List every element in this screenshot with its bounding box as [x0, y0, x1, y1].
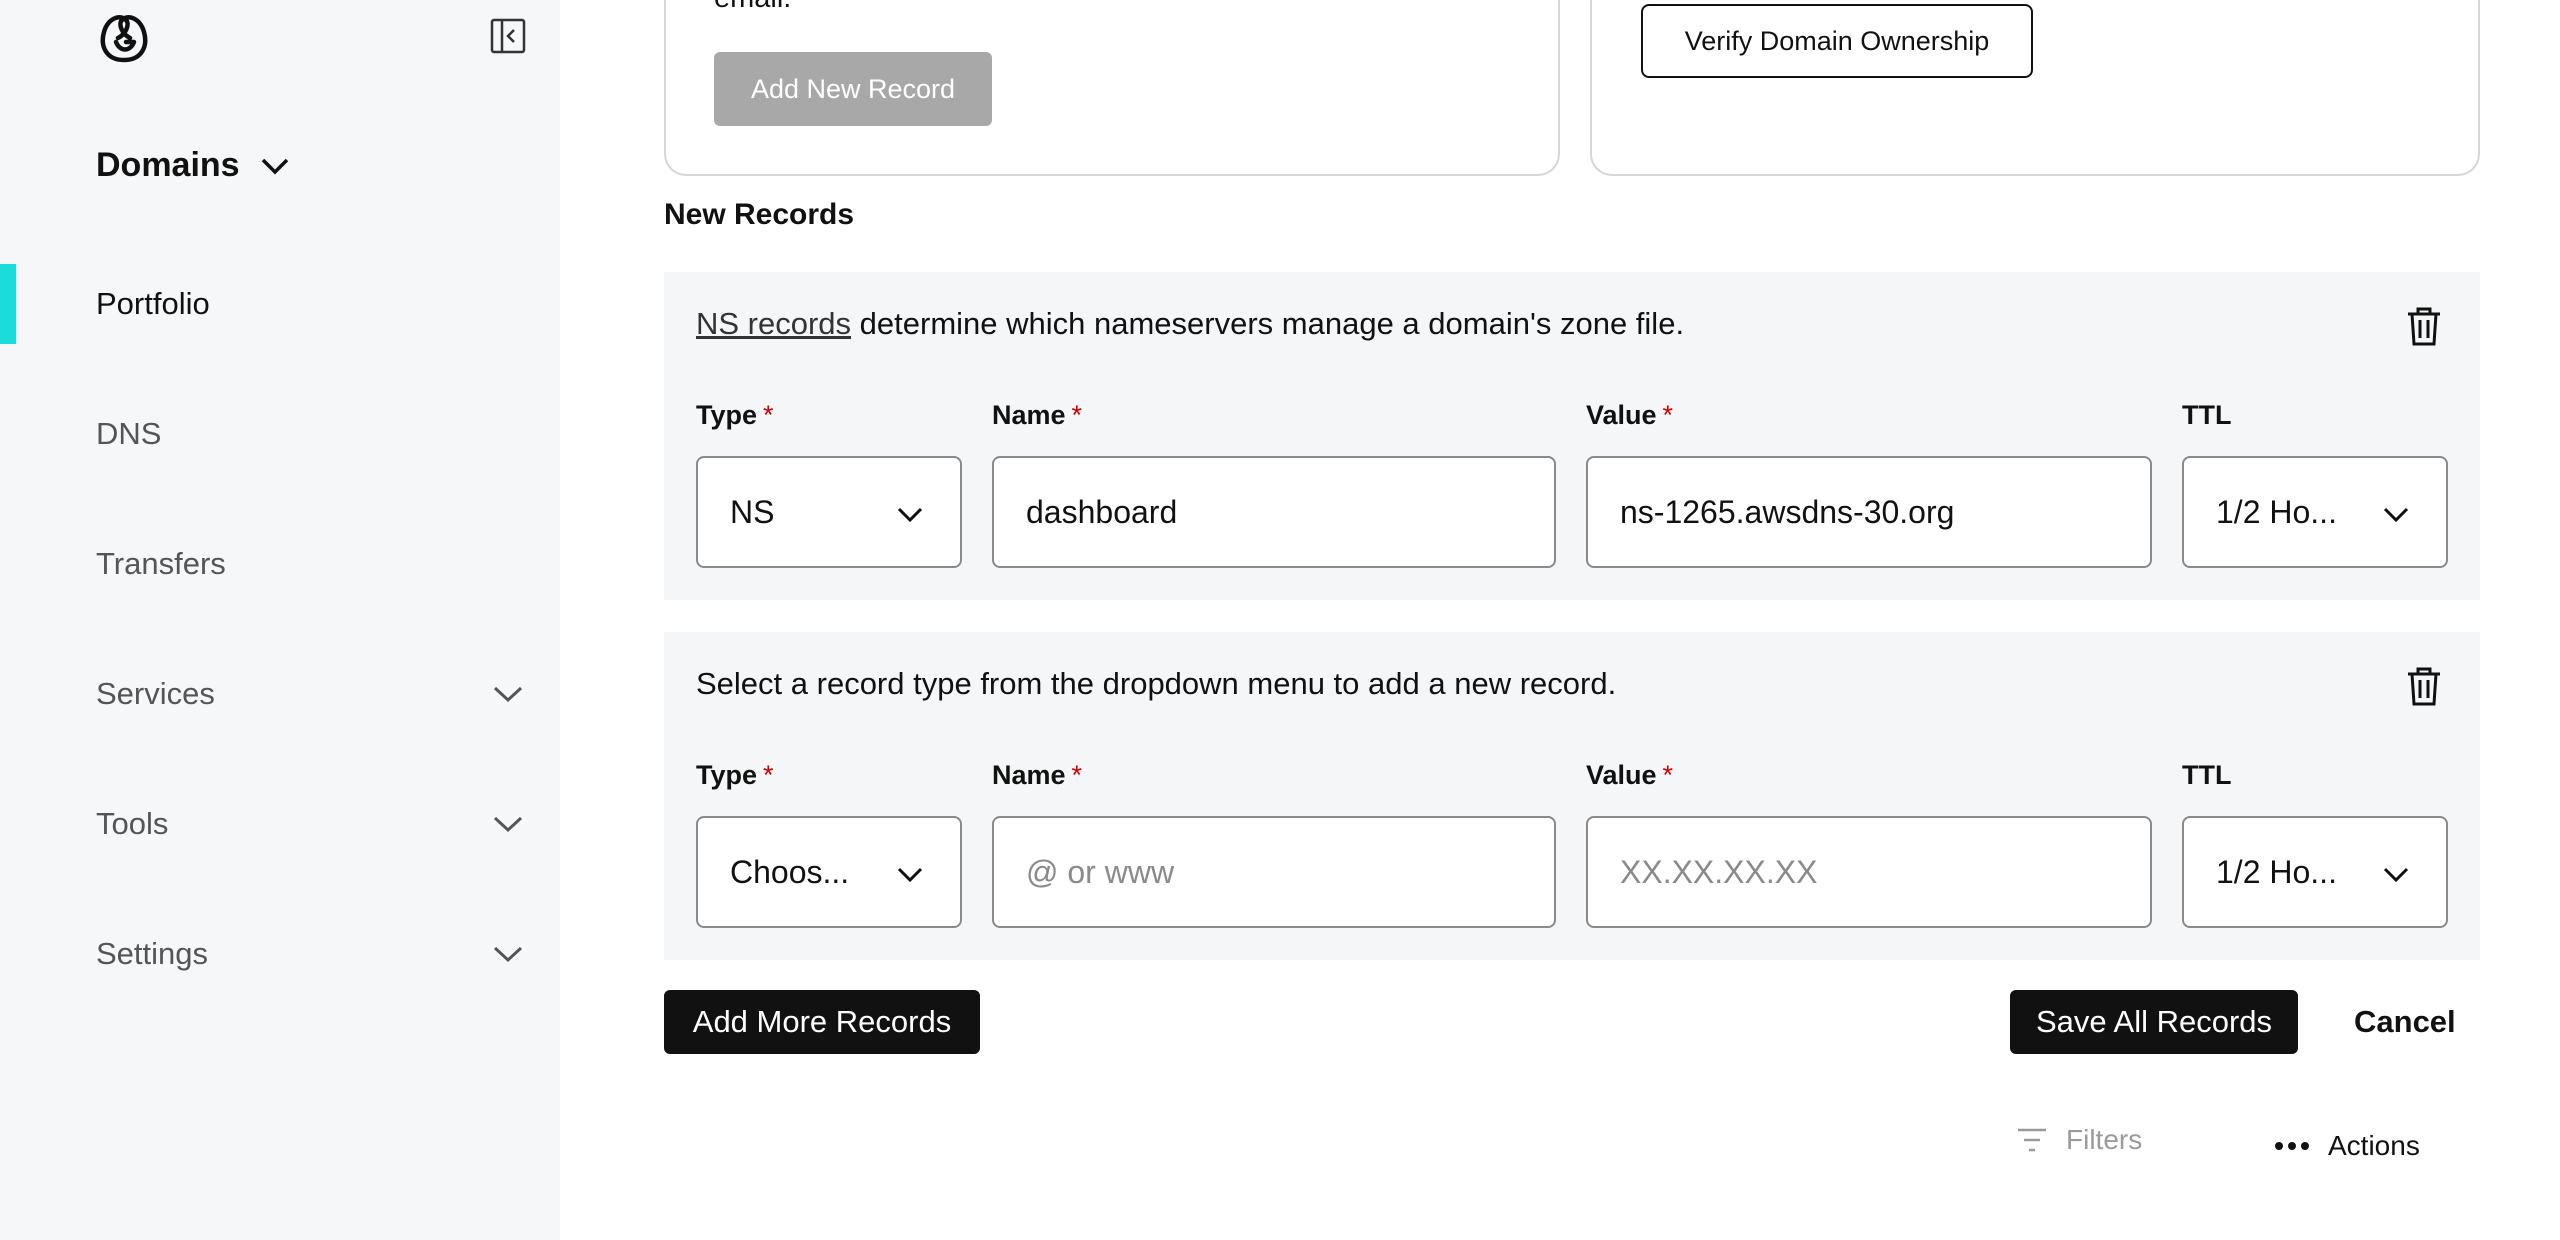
type-select-value: NS [730, 493, 775, 530]
ns-records-link[interactable]: NS records [696, 306, 851, 341]
collapse-sidebar-icon[interactable] [490, 18, 526, 54]
chevron-down-icon [897, 867, 923, 883]
filters-button[interactable]: Filters [2016, 1124, 2142, 1156]
type-select[interactable]: NS [696, 456, 962, 568]
sidebar-item-settings[interactable]: Settings [0, 914, 560, 994]
ttl-select-value: 1/2 Ho... [2216, 493, 2337, 530]
verify-domain-ownership-button[interactable]: Verify Domain Ownership [1641, 4, 2033, 78]
chevron-down-icon [261, 158, 288, 174]
sidebar: Domains Portfolio DNS Transfers Services… [0, 0, 560, 1240]
more-horizontal-icon [2275, 1142, 2309, 1150]
ttl-select-value: 1/2 Ho... [2216, 853, 2337, 890]
sidebar-item-label: DNS [96, 416, 162, 451]
sidebar-item-label: Tools [96, 806, 169, 841]
godaddy-logo-icon[interactable] [96, 12, 152, 64]
filter-icon [2018, 1128, 2046, 1152]
chevron-down-icon [493, 946, 523, 963]
sidebar-item-portfolio[interactable]: Portfolio [0, 264, 560, 344]
save-all-records-button[interactable]: Save All Records [2010, 990, 2298, 1054]
record-description-text: determine which nameservers manage a dom… [851, 306, 1685, 341]
chevron-down-icon [2383, 867, 2409, 883]
cancel-button[interactable]: Cancel [2354, 1004, 2456, 1040]
record-description: NS records determine which nameservers m… [696, 306, 1684, 342]
record-description: Select a record type from the dropdown m… [696, 666, 1617, 701]
chevron-down-icon [493, 686, 523, 703]
type-select-value: Choos... [730, 853, 850, 890]
active-indicator [0, 264, 16, 344]
actions-label: Actions [2328, 1130, 2420, 1161]
ttl-select[interactable]: 1/2 Ho... [2182, 816, 2448, 928]
domains-title: Domains [96, 146, 240, 184]
sidebar-item-label: Settings [96, 936, 209, 971]
name-input[interactable]: @ or www [992, 816, 1556, 928]
ttl-label: TTL [2182, 760, 2232, 790]
sidebar-item-tools[interactable]: Tools [0, 784, 560, 864]
value-label: Value * [1586, 760, 1674, 790]
sidebar-item-label: Transfers [96, 546, 226, 581]
sidebar-item-transfers[interactable]: Transfers [0, 524, 560, 604]
domains-menu[interactable]: Domains [96, 146, 290, 185]
trash-icon[interactable] [2402, 664, 2446, 708]
ttl-select[interactable]: 1/2 Ho... [2182, 456, 2448, 568]
actions-button[interactable]: Actions [2274, 1130, 2420, 1162]
ttl-label: TTL [2182, 400, 2232, 430]
type-label: Type * [696, 760, 774, 790]
chevron-down-icon [493, 816, 523, 833]
chevron-down-icon [2383, 507, 2409, 523]
card-text: email. [714, 0, 791, 15]
sidebar-item-label: Portfolio [96, 286, 210, 321]
type-label: Type * [696, 400, 774, 430]
record-panel: NS records determine which nameservers m… [664, 272, 2480, 600]
sidebar-item-dns[interactable]: DNS [0, 394, 560, 474]
chevron-down-icon [897, 507, 923, 523]
name-label: Name * [992, 760, 1083, 790]
value-label: Value * [1586, 400, 1674, 430]
new-records-title: New Records [664, 198, 855, 231]
add-new-record-button[interactable]: Add New Record [714, 52, 992, 126]
name-input[interactable]: dashboard [992, 456, 1556, 568]
name-label: Name * [992, 400, 1083, 430]
value-input[interactable]: ns-1265.awsdns-30.org [1586, 456, 2152, 568]
sidebar-item-label: Services [96, 676, 215, 711]
add-more-records-button[interactable]: Add More Records [664, 990, 980, 1054]
trash-icon[interactable] [2402, 304, 2446, 348]
type-select[interactable]: Choos... [696, 816, 962, 928]
sidebar-item-services[interactable]: Services [0, 654, 560, 734]
filters-label: Filters [2066, 1124, 2143, 1155]
value-input[interactable]: XX.XX.XX.XX [1586, 816, 2152, 928]
record-panel: Select a record type from the dropdown m… [664, 632, 2480, 960]
